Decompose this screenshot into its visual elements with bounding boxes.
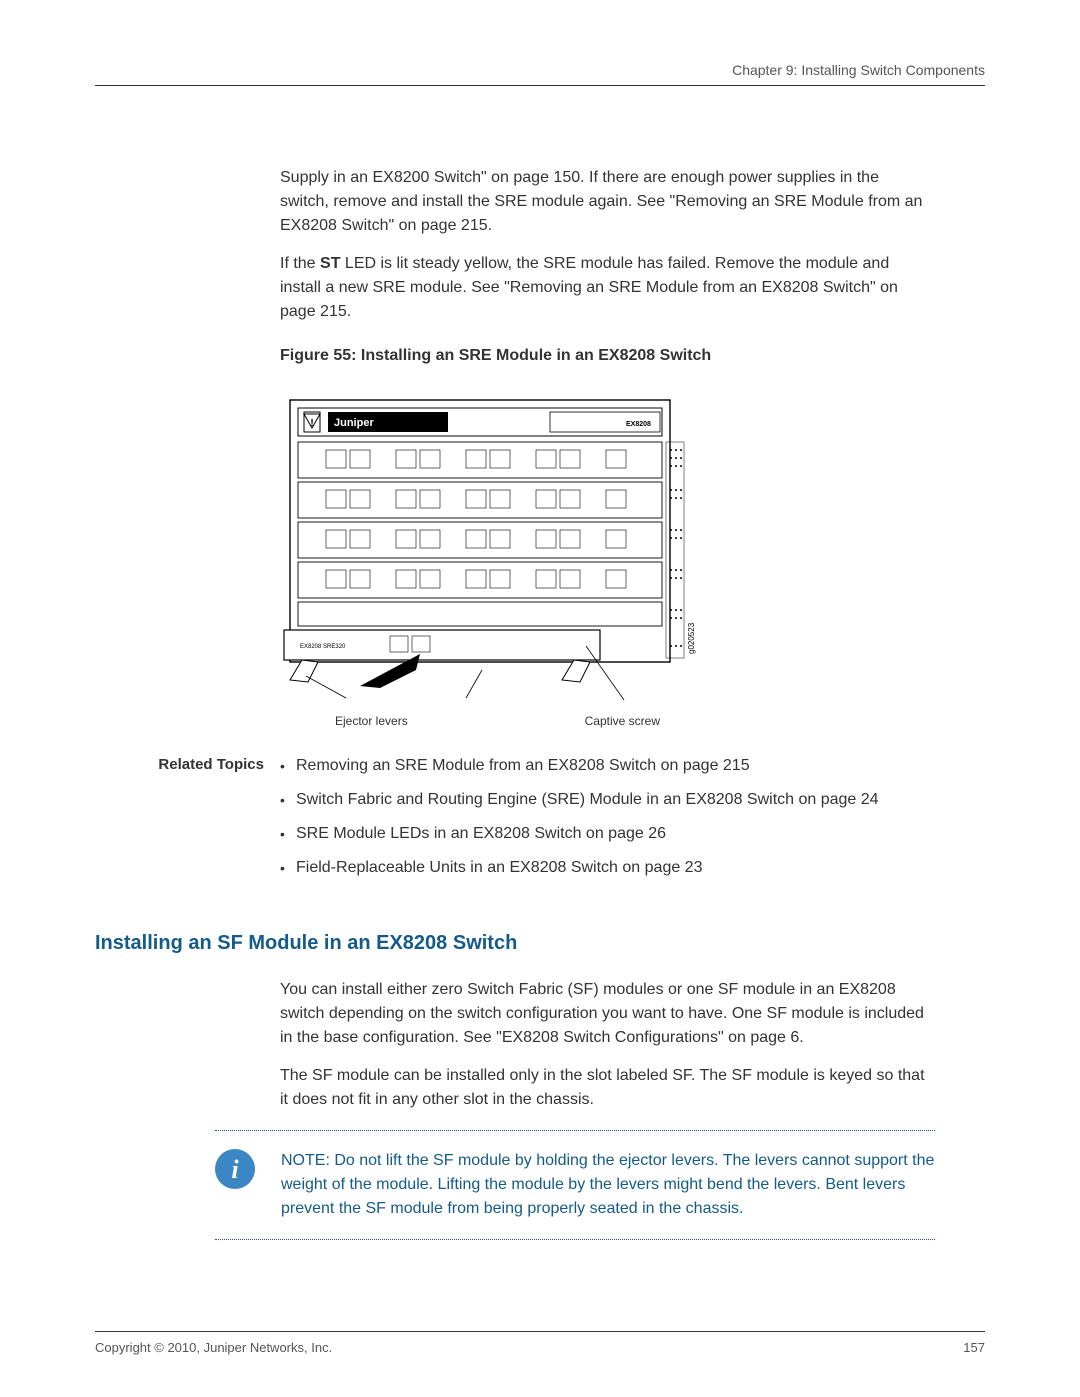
sre-install-illustration: ! Juniper EX8208: [280, 386, 700, 706]
page-number: 157: [963, 1338, 985, 1358]
ejector-levers-label: Ejector levers: [335, 712, 408, 730]
page-footer: Copyright © 2010, Juniper Networks, Inc.…: [95, 1331, 985, 1358]
figure-callout-labels: Ejector levers Captive screw: [280, 712, 700, 730]
captive-screw-label: Captive screw: [585, 712, 660, 730]
note-divider-bottom: [215, 1239, 935, 1240]
svg-text:EX8208 SRE320: EX8208 SRE320: [300, 644, 346, 650]
sf-slot-paragraph: The SF module can be installed only in t…: [280, 1064, 930, 1112]
sf-intro-paragraph: You can install either zero Switch Fabri…: [280, 978, 930, 1050]
main-content: Supply in an EX8200 Switch" on page 150.…: [280, 166, 930, 730]
figure-55: ! Juniper EX8208: [280, 386, 700, 730]
section-heading-sf-module: Installing an SF Module in an EX8208 Swi…: [95, 928, 985, 958]
chapter-header: Chapter 9: Installing Switch Components: [95, 60, 985, 86]
info-icon: i: [215, 1149, 255, 1189]
figure-caption: Figure 55: Installing an SRE Module in a…: [280, 344, 930, 368]
st-led-post: LED is lit steady yellow, the SRE module…: [280, 255, 898, 320]
st-led-bold: ST: [320, 255, 340, 272]
note-block: i NOTE: Do not lift the SF module by hol…: [215, 1130, 935, 1240]
st-led-paragraph: If the ST LED is lit steady yellow, the …: [280, 252, 930, 324]
related-topics: Related Topics Removing an SRE Module fr…: [95, 754, 985, 890]
figure-model-label: EX8208: [626, 421, 651, 428]
figure-side-code: g020523: [687, 622, 696, 654]
figure-brand-label: Juniper: [334, 417, 374, 429]
related-item: Removing an SRE Module from an EX8208 Sw…: [280, 754, 879, 778]
related-item: SRE Module LEDs in an EX8208 Switch on p…: [280, 822, 879, 846]
related-topics-list: Removing an SRE Module from an EX8208 Sw…: [280, 754, 879, 890]
copyright-text: Copyright © 2010, Juniper Networks, Inc.: [95, 1338, 332, 1358]
sf-module-content: You can install either zero Switch Fabri…: [280, 978, 930, 1112]
related-item: Switch Fabric and Routing Engine (SRE) M…: [280, 788, 879, 812]
svg-text:!: !: [310, 418, 313, 429]
note-text: NOTE: Do not lift the SF module by holdi…: [281, 1149, 935, 1221]
related-item: Field-Replaceable Units in an EX8208 Swi…: [280, 856, 879, 880]
chapter-label: Chapter 9: Installing Switch Components: [732, 62, 985, 78]
continuation-paragraph: Supply in an EX8200 Switch" on page 150.…: [280, 166, 930, 238]
related-topics-heading: Related Topics: [95, 754, 280, 777]
st-led-pre: If the: [280, 255, 320, 272]
